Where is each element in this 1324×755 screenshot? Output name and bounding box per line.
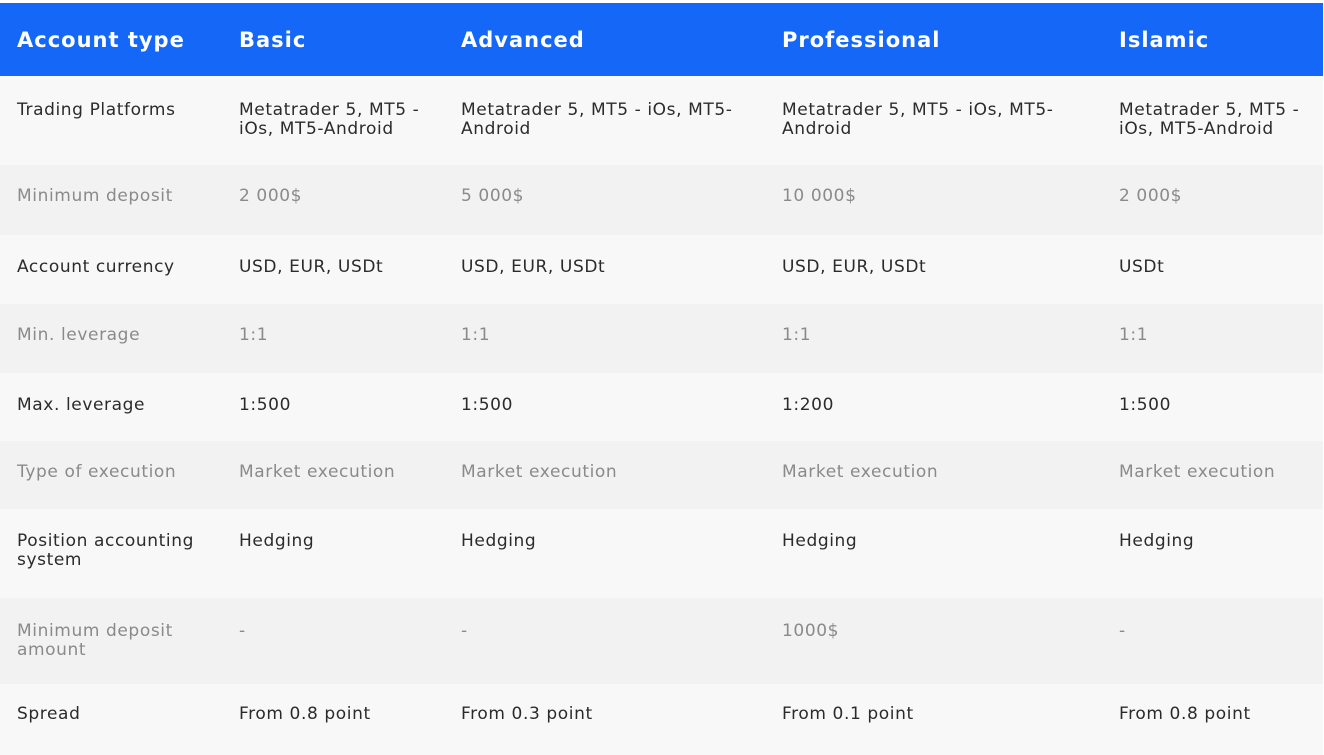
cell-islamic: Metatrader 5, MT5 - iOs, MT5-Android — [1119, 100, 1300, 139]
cell-advanced: Hedging — [461, 531, 537, 551]
cell-islamic: - — [1119, 621, 1126, 641]
row-label: Minimum deposit amount — [17, 621, 173, 660]
cell-advanced: From 0.3 point — [461, 704, 593, 724]
cell-professional: Hedging — [782, 531, 858, 551]
cell-basic: Hedging — [239, 531, 315, 551]
cell-professional: USD, EUR, USDt — [782, 257, 927, 277]
row-label: Position accounting system — [17, 531, 195, 570]
row-label: Min. leverage — [17, 325, 141, 345]
cell-professional: 1:200 — [782, 395, 834, 415]
row-label: Minimum deposit — [17, 186, 173, 206]
cell-basic: Market execution — [239, 462, 396, 482]
cell-advanced: 5 000$ — [461, 186, 525, 206]
cell-advanced: - — [461, 621, 468, 641]
row-label: Type of execution — [17, 462, 177, 482]
cell-professional: 1:1 — [782, 325, 812, 345]
cell-islamic: 1:500 — [1119, 395, 1171, 415]
row-label: Max. leverage — [17, 395, 146, 415]
cell-basic: Metatrader 5, MT5 - iOs, MT5-Android — [239, 100, 420, 139]
cell-islamic: 2 000$ — [1119, 186, 1183, 206]
cell-basic: - — [239, 621, 246, 641]
cell-islamic: Hedging — [1119, 531, 1195, 551]
account-types-table: Account type Basic Advanced Professional… — [0, 3, 1323, 755]
header-islamic: Islamic — [1119, 27, 1210, 52]
cell-basic: 1:500 — [239, 395, 291, 415]
cell-advanced: 1:1 — [461, 325, 491, 345]
row-min-leverage: Min. leverage 1:1 1:1 1:1 1:1 — [0, 304, 1323, 373]
cell-professional: Market execution — [782, 462, 939, 482]
row-minimum-deposit: Minimum deposit 2 000$ 5 000$ 10 000$ 2 … — [0, 165, 1323, 235]
cell-professional: Metatrader 5, MT5 - iOs, MT5-Android — [782, 100, 1054, 139]
table-body: Trading Platforms Metatrader 5, MT5 - iO… — [0, 76, 1323, 755]
cell-islamic: From 0.8 point — [1119, 704, 1251, 724]
cell-advanced: 1:500 — [461, 395, 513, 415]
header-row: Account type Basic Advanced Professional… — [0, 3, 1323, 76]
cell-basic: 1:1 — [239, 325, 269, 345]
cell-advanced: Market execution — [461, 462, 618, 482]
cell-basic: USD, EUR, USDt — [239, 257, 384, 277]
cell-professional: 10 000$ — [782, 186, 857, 206]
cell-professional: 1000$ — [782, 621, 840, 641]
account-comparison: Account type Basic Advanced Professional… — [0, 0, 1324, 755]
row-account-currency: Account currency USD, EUR, USDt USD, EUR… — [0, 235, 1323, 304]
row-position-accounting-system: Position accounting system Hedging Hedgi… — [0, 509, 1323, 598]
cell-islamic: Market execution — [1119, 462, 1276, 482]
cell-islamic: USDt — [1119, 257, 1165, 277]
header-basic: Basic — [239, 27, 307, 52]
cell-advanced: USD, EUR, USDt — [461, 257, 606, 277]
row-label: Account currency — [17, 257, 175, 277]
row-label: Spread — [17, 704, 81, 724]
row-minimum-deposit-amount: Minimum deposit amount - - 1000$ - — [0, 598, 1323, 684]
cell-basic: 2 000$ — [239, 186, 303, 206]
row-trading-platforms: Trading Platforms Metatrader 5, MT5 - iO… — [0, 76, 1323, 165]
cell-advanced: Metatrader 5, MT5 - iOs, MT5-Android — [461, 100, 733, 139]
row-max-leverage: Max. leverage 1:500 1:500 1:200 1:500 — [0, 373, 1323, 441]
header-advanced: Advanced — [461, 27, 585, 52]
cell-basic: From 0.8 point — [239, 704, 371, 724]
header-professional: Professional — [782, 27, 941, 52]
table-header: Account type Basic Advanced Professional… — [0, 3, 1323, 76]
header-account-type: Account type — [17, 27, 185, 52]
cell-islamic: 1:1 — [1119, 325, 1149, 345]
row-label: Trading Platforms — [17, 100, 176, 120]
row-spread: Spread From 0.8 point From 0.3 point Fro… — [0, 684, 1323, 755]
row-type-of-execution: Type of execution Market execution Marke… — [0, 441, 1323, 509]
cell-professional: From 0.1 point — [782, 704, 914, 724]
